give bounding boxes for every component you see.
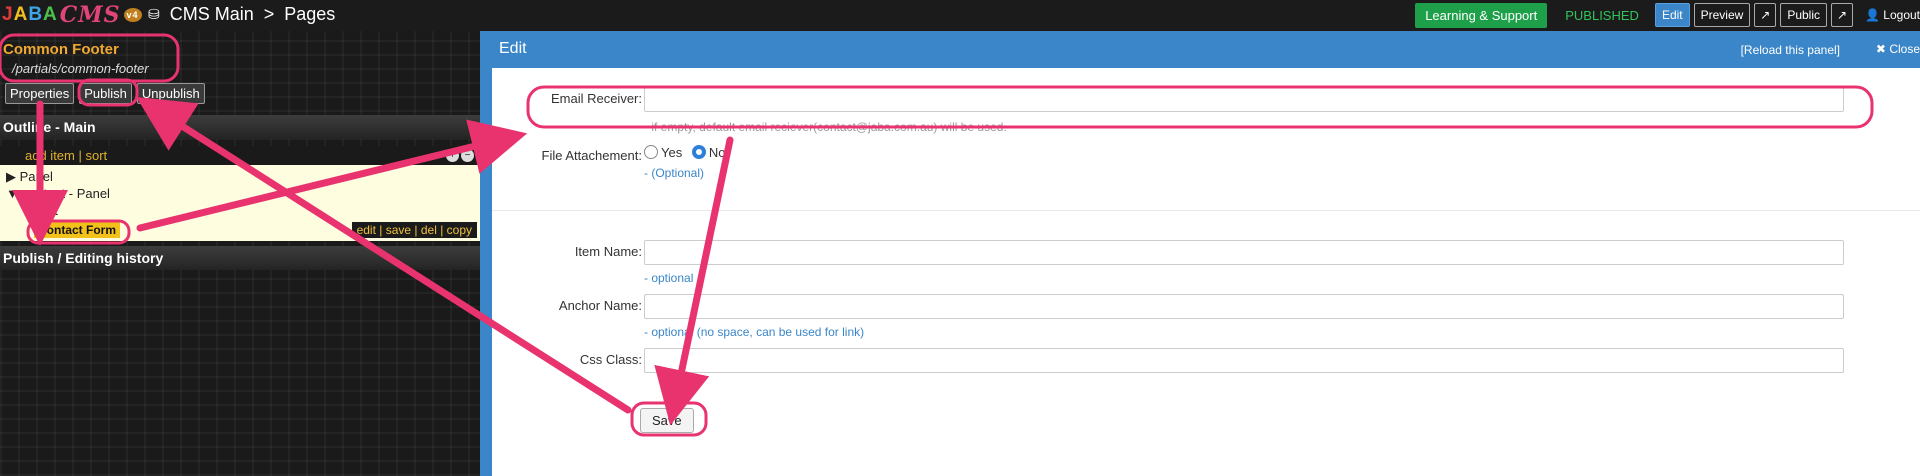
- edit-form: Email Receiver: - if empty, default emai…: [492, 68, 1920, 476]
- radio-icon: [644, 145, 658, 159]
- logo-letter: A: [13, 4, 29, 25]
- tree-node[interactable]: ▶ Panel: [6, 169, 53, 185]
- breadcrumb-pages[interactable]: Pages: [284, 4, 335, 25]
- version-badge: v4: [123, 8, 142, 22]
- item-title: Common Footer: [3, 41, 119, 58]
- close-label: Close: [1889, 42, 1920, 56]
- outline-tree: ▶ Panel ▼ content - Panel Text Contact F…: [0, 165, 480, 241]
- user-icon: 👤: [1865, 8, 1880, 22]
- item-name-hint: - optional: [644, 271, 694, 285]
- expand-icon[interactable]: +: [446, 149, 459, 162]
- external-link-icon[interactable]: ↗: [1754, 3, 1777, 27]
- edit-header: Edit [Reload this panel] ✖ Close: [492, 31, 1920, 68]
- row-actions[interactable]: edit | save | del | copy: [351, 222, 477, 238]
- unpublish-button[interactable]: Unpublish: [136, 83, 205, 104]
- reload-panel-link[interactable]: [Reload this panel]: [1741, 43, 1840, 57]
- form-divider: [492, 210, 1920, 211]
- email-receiver-input[interactable]: [644, 87, 1844, 112]
- tree-node-label: Panel: [19, 169, 53, 184]
- sort-link[interactable]: sort: [86, 148, 108, 163]
- attachment-label: File Attachement:: [541, 148, 642, 163]
- collapse-icon[interactable]: −: [461, 149, 474, 162]
- breadcrumb-site[interactable]: CMS Main: [170, 4, 254, 25]
- breadcrumb-separator: >: [263, 4, 275, 24]
- preview-button[interactable]: Preview: [1693, 3, 1751, 27]
- logout-label: Logout: [1883, 8, 1920, 22]
- close-button[interactable]: ✖ Close: [1876, 42, 1920, 56]
- add-item-link[interactable]: add item: [25, 148, 75, 163]
- caret-down-icon: ▼: [6, 186, 19, 201]
- logo-letter: A: [43, 4, 58, 25]
- no-radio[interactable]: No: [691, 145, 726, 160]
- item-path: /partials/common-footer: [12, 61, 149, 76]
- tree-node-active[interactable]: Contact Form: [34, 222, 120, 238]
- yes-radio[interactable]: Yes: [644, 145, 682, 160]
- anchor-name-input[interactable]: [644, 294, 1844, 319]
- learning-support-button[interactable]: Learning & Support: [1415, 2, 1548, 28]
- database-icon: ⛁: [148, 6, 160, 22]
- css-class-input[interactable]: [644, 348, 1844, 373]
- email-hint: - if empty, default email reciever(conta…: [644, 120, 1007, 134]
- logo-letter: B: [28, 4, 44, 25]
- logout-link[interactable]: 👤 Logout: [1865, 8, 1920, 22]
- external-link-icon[interactable]: ↗: [1831, 3, 1853, 27]
- save-button[interactable]: Save: [640, 408, 694, 433]
- tree-node[interactable]: ▼ content - Panel: [6, 186, 110, 201]
- radio-checked-icon: [691, 145, 706, 159]
- outline-toggle-icons: + −: [446, 149, 474, 162]
- yes-label: Yes: [661, 145, 683, 160]
- jabacms-logo[interactable]: J A B A CMS v4: [2, 1, 142, 29]
- logo-cms: CMS: [59, 2, 121, 28]
- left-panel: Common Footer /partials/common-footer Pr…: [0, 31, 480, 476]
- public-button[interactable]: Public: [1780, 3, 1827, 27]
- css-class-label: Css Class:: [579, 352, 642, 367]
- no-label: No: [708, 145, 726, 160]
- history-header: Publish / Editing history: [0, 246, 480, 270]
- attachment-radios: Yes No: [644, 145, 725, 160]
- email-label: Email Receiver:: [550, 91, 642, 106]
- status-badge: PUBLISHED: [1565, 7, 1639, 23]
- properties-button[interactable]: Properties: [5, 83, 75, 104]
- top-bar: J A B A CMS v4 ⛁ CMS Main > Pages Learni…: [0, 0, 1920, 31]
- tree-node-label: content - Panel: [22, 186, 110, 201]
- logo-letter: J: [2, 4, 14, 25]
- edit-button[interactable]: Edit: [1654, 3, 1690, 27]
- edit-title: Edit: [499, 40, 527, 57]
- anchor-name-label: Anchor Name:: [558, 298, 642, 313]
- tools-separator: |: [78, 148, 86, 163]
- breadcrumb: ⛁ CMS Main > Pages: [148, 4, 335, 25]
- caret-right-icon: ▶: [6, 169, 16, 184]
- publish-button[interactable]: Publish: [79, 83, 132, 104]
- top-actions: Learning & Support PUBLISHED Edit Previe…: [1415, 2, 1920, 28]
- panel-divider[interactable]: [480, 31, 492, 476]
- outline-tools: add item | sort + −: [0, 146, 480, 166]
- item-name-label: Item Name:: [574, 244, 642, 259]
- anchor-name-hint: - optional (no space, can be used for li…: [644, 325, 865, 339]
- item-name-input[interactable]: [644, 240, 1844, 265]
- item-actions: Properties Publish Unpublish: [5, 83, 205, 104]
- close-icon: ✖: [1875, 42, 1886, 56]
- outline-header: Outline - Main: [0, 115, 480, 139]
- tree-node[interactable]: Text: [34, 203, 58, 218]
- attachment-hint: - (Optional): [644, 166, 705, 180]
